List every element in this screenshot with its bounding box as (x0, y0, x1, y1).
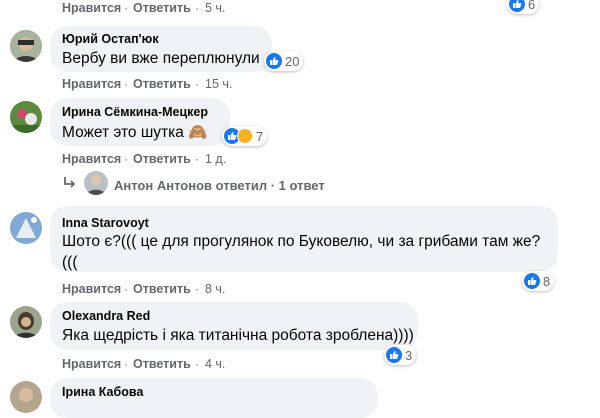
separator: · (124, 1, 128, 15)
like-reaction-icon (509, 0, 525, 12)
comment-author[interactable]: Ирина Сёмкина-Мецкер (62, 105, 208, 119)
reply-button[interactable]: Ответить (133, 282, 191, 296)
reply-arrow-icon (62, 175, 78, 196)
reaction-count[interactable]: 8 (522, 271, 555, 291)
comment-text: ((( (62, 254, 78, 271)
comment-timestamp[interactable]: 1 д. (205, 152, 226, 166)
reply-button[interactable]: Ответить (133, 152, 191, 166)
comment-timestamp[interactable]: 5 ч. (205, 1, 225, 15)
separator: · (195, 77, 199, 91)
comment-timestamp[interactable]: 4 ч. (205, 357, 225, 371)
separator: · (195, 282, 199, 296)
like-reaction-icon (524, 273, 540, 289)
like-button[interactable]: Нравится (62, 357, 121, 371)
comment-text: Яка щедрість і яка титанічна робота зроб… (62, 327, 414, 344)
comment-author[interactable]: Inna Starovoyt (62, 216, 149, 230)
separator: · (124, 152, 128, 166)
like-button[interactable]: Нравится (62, 282, 121, 296)
reply-button[interactable]: Ответить (133, 1, 191, 15)
reply-button[interactable]: Ответить (133, 357, 191, 371)
comment-author[interactable]: Olexandra Red (62, 309, 150, 323)
comment-text: Шото є?((( це для прогулянок по Буковелю… (62, 233, 541, 250)
separator: · (195, 1, 199, 15)
separator: · (195, 357, 199, 371)
comment-author[interactable]: Ірина Кабова (62, 385, 143, 399)
reaction-count[interactable]: 3 (384, 345, 417, 365)
like-reaction-icon (266, 53, 282, 69)
like-button[interactable]: Нравится (62, 152, 121, 166)
separator: · (195, 152, 199, 166)
haha-reaction-icon (237, 128, 253, 144)
comment-author[interactable]: Юрий Остап'юк (62, 32, 159, 46)
like-button[interactable]: Нравится (62, 1, 121, 15)
comment-timestamp[interactable]: 8 ч. (205, 282, 225, 296)
avatar[interactable] (10, 101, 42, 133)
reaction-count[interactable]: 6 (507, 0, 540, 14)
avatar[interactable] (10, 212, 42, 244)
separator: · (124, 77, 128, 91)
avatar[interactable] (10, 381, 42, 413)
avatar[interactable] (10, 30, 42, 62)
like-reaction-icon (386, 347, 402, 363)
comment-text: Может это шутка 🙈 (62, 124, 208, 141)
avatar[interactable] (84, 171, 108, 195)
reaction-count[interactable]: 20 (264, 51, 304, 71)
reaction-count[interactable]: 7 (222, 126, 268, 146)
comment-text: Вербу ви вже переплюнули (62, 50, 260, 67)
separator: · (124, 282, 128, 296)
separator: · (124, 357, 128, 371)
avatar[interactable] (10, 306, 42, 338)
comment-timestamp[interactable]: 15 ч. (205, 77, 232, 91)
reply-button[interactable]: Ответить (133, 77, 191, 91)
like-button[interactable]: Нравится (62, 77, 121, 91)
view-replies-link[interactable]: Антон Антонов ответил · 1 ответ (114, 178, 325, 193)
